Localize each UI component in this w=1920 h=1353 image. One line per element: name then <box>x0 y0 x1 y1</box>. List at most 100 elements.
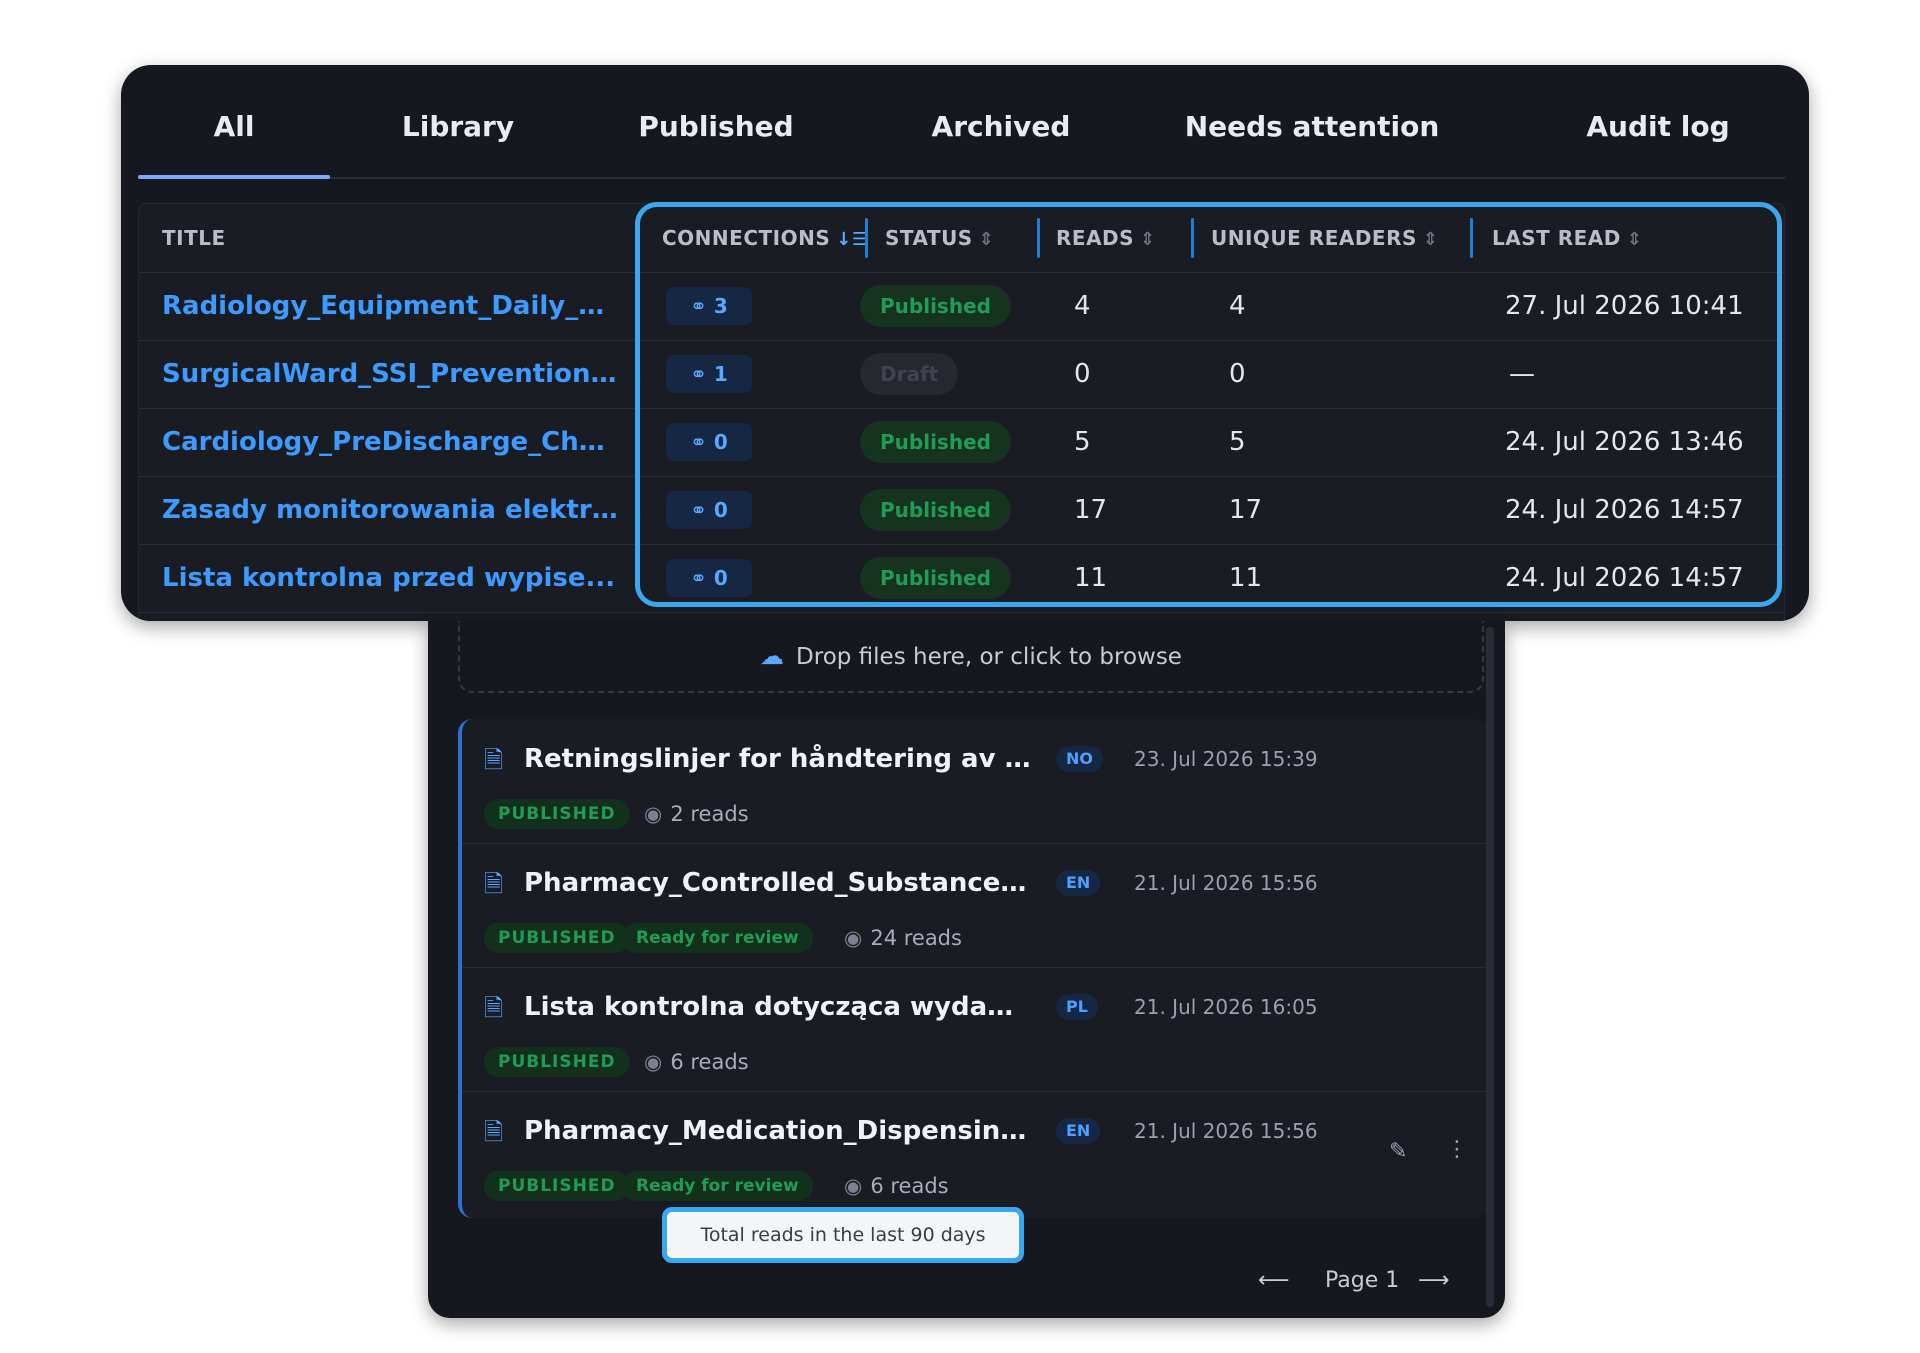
connections-badge[interactable]: ⚭ 1 <box>666 355 752 393</box>
next-page-arrow-icon[interactable]: ⟶ <box>1418 1261 1450 1301</box>
connections-count: 0 <box>713 498 728 522</box>
reads-count: 4 <box>1074 291 1091 321</box>
tab-needs-attention[interactable]: Needs attention <box>1172 65 1452 177</box>
previous-page-arrow-icon[interactable]: ⟵ <box>1258 1261 1290 1301</box>
list-item[interactable]: 🗎 Pharmacy_Controlled_Substances_P... EN… <box>462 843 1488 968</box>
list-item[interactable]: 🗎 Lista kontrolna dotycząca wydawani... … <box>462 967 1488 1092</box>
file-dropzone[interactable]: ☁ Drop files here, or click to browse <box>458 621 1484 693</box>
column-divider <box>1470 218 1473 258</box>
reads-indicator: ◉ 6 reads <box>844 1169 949 1203</box>
column-divider <box>865 218 868 258</box>
sort-unsorted-icon[interactable]: ⇕ <box>1627 229 1643 250</box>
connections-badge[interactable]: ⚭ 0 <box>666 491 752 529</box>
sort-descending-icon[interactable]: ↓☰ <box>836 229 868 250</box>
column-header-status-label: STATUS <box>885 226 973 250</box>
language-badge: PL <box>1056 994 1098 1020</box>
column-divider <box>1037 218 1040 258</box>
table-row[interactable]: Radiology_Equipment_Daily_S... ⚭ 3 Publi… <box>139 272 1784 341</box>
documents-table-panel: All Library Published Archived Needs att… <box>121 65 1809 621</box>
unique-readers-count: 0 <box>1229 359 1246 389</box>
document-name[interactable]: Pharmacy_Medication_Dispensing_C... <box>524 1109 1034 1153</box>
document-icon: 🗎 <box>484 746 504 774</box>
connections-count: 1 <box>713 362 728 386</box>
tab-audit-log[interactable]: Audit log <box>1558 65 1758 177</box>
list-item[interactable]: 🗎 Retningslinjer for håndtering av rese.… <box>462 719 1488 844</box>
connections-count: 0 <box>713 430 728 454</box>
published-tag: PUBLISHED <box>484 1171 630 1201</box>
document-icon: 🗎 <box>484 994 504 1022</box>
table-row[interactable]: SurgicalWard_SSI_Prevention_... ⚭ 1 Draf… <box>139 340 1784 409</box>
tab-published[interactable]: Published <box>601 65 831 177</box>
column-divider <box>1191 218 1194 258</box>
link-icon: ⚭ <box>690 498 714 522</box>
tab-archived[interactable]: Archived <box>886 65 1116 177</box>
link-icon: ⚭ <box>690 294 714 318</box>
document-title-link[interactable]: SurgicalWard_SSI_Prevention_... <box>162 340 622 408</box>
unique-readers-count: 5 <box>1229 427 1246 457</box>
more-options-icon[interactable]: ⋮ <box>1446 1137 1468 1162</box>
document-name[interactable]: Pharmacy_Controlled_Substances_P... <box>524 861 1034 905</box>
dropzone-label: Drop files here, or click to browse <box>796 644 1182 670</box>
column-header-reads[interactable]: READS ⇕ <box>1056 204 1156 272</box>
document-title-link[interactable]: Cardiology_PreDischarge_Chec... <box>162 408 622 476</box>
status-badge: Draft <box>860 353 959 395</box>
column-header-connections[interactable]: CONNECTIONS ↓☰ <box>662 204 868 272</box>
language-badge: EN <box>1056 1118 1101 1144</box>
reads-count: 5 <box>1074 427 1091 457</box>
document-title-link[interactable]: Radiology_Equipment_Daily_S... <box>162 272 622 340</box>
column-header-last-read[interactable]: LAST READ ⇕ <box>1492 204 1642 272</box>
eye-icon: ◉ <box>844 1174 863 1198</box>
column-header-title: TITLE <box>162 204 226 272</box>
document-date: 23. Jul 2026 15:39 <box>1134 747 1318 771</box>
sort-unsorted-icon[interactable]: ⇕ <box>1423 229 1439 250</box>
connections-badge[interactable]: ⚭ 0 <box>666 559 752 597</box>
table-header: TITLE CONNECTIONS ↓☰ STATUS ⇕ READS ⇕ UNIQU… <box>139 204 1784 273</box>
document-name[interactable]: Lista kontrolna dotycząca wydawani... <box>524 985 1034 1029</box>
status-badge: Published <box>860 285 1011 327</box>
eye-icon: ◉ <box>844 926 863 950</box>
document-date: 21. Jul 2026 15:56 <box>1134 1119 1318 1143</box>
unique-readers-count: 11 <box>1229 563 1263 593</box>
column-header-unique-readers[interactable]: UNIQUE READERS ⇕ <box>1211 204 1439 272</box>
last-read-date: 24. Jul 2026 14:57 <box>1505 495 1744 525</box>
document-title-link[interactable]: Zasady monitorowania elektro... <box>162 476 622 544</box>
document-name[interactable]: Retningslinjer for håndtering av rese... <box>524 737 1034 781</box>
page-indicator: Page 1 <box>1325 1268 1400 1293</box>
link-icon: ⚭ <box>690 362 714 386</box>
tab-library[interactable]: Library <box>328 65 588 177</box>
table-row[interactable]: Lista kontrolna przed wypise... ⚭ 0 Publ… <box>139 544 1784 613</box>
edit-icon[interactable]: ✎ <box>1389 1139 1407 1164</box>
reads-indicator: ◉ 2 reads <box>644 797 749 831</box>
column-header-connections-label: CONNECTIONS <box>662 226 831 250</box>
status-badge: Published <box>860 421 1011 463</box>
last-read-date: 27. Jul 2026 10:41 <box>1505 291 1744 321</box>
link-icon: ⚭ <box>690 430 714 454</box>
reads-text: 2 reads <box>670 802 749 826</box>
published-tag: PUBLISHED <box>484 923 630 953</box>
table-row[interactable]: Zasady monitorowania elektro... ⚭ 0 Publ… <box>139 476 1784 545</box>
scrollbar[interactable] <box>1486 627 1494 1307</box>
document-title-link[interactable]: Lista kontrolna przed wypise... <box>162 544 622 612</box>
documents-list-panel: ☁ Drop files here, or click to browse 🗎 R… <box>428 621 1505 1318</box>
published-tag: PUBLISHED <box>484 799 630 829</box>
connections-badge[interactable]: ⚭ 3 <box>666 287 752 325</box>
reads-text: 6 reads <box>870 1174 949 1198</box>
tab-all[interactable]: All <box>138 65 330 179</box>
sort-unsorted-icon[interactable]: ⇕ <box>979 229 995 250</box>
reads-count: 17 <box>1074 495 1108 525</box>
column-header-status[interactable]: STATUS ⇕ <box>885 204 994 272</box>
last-read-date: 24. Jul 2026 13:46 <box>1505 427 1744 457</box>
reads-tooltip: Total reads in the last 90 days <box>662 1207 1024 1263</box>
document-icon: 🗎 <box>484 1118 504 1146</box>
status-badge: Published <box>860 489 1011 531</box>
documents-table: TITLE CONNECTIONS ↓☰ STATUS ⇕ READS ⇕ UNIQU… <box>138 203 1785 621</box>
table-row[interactable]: Cardiology_PreDischarge_Chec... ⚭ 0 Publ… <box>139 408 1784 477</box>
list-item[interactable]: 🗎 Pharmacy_Medication_Dispensing_C... EN… <box>462 1091 1488 1215</box>
ready-for-review-tag: Ready for review <box>622 1171 813 1201</box>
unique-readers-count: 4 <box>1229 291 1246 321</box>
connections-count: 3 <box>713 294 728 318</box>
sort-unsorted-icon[interactable]: ⇕ <box>1140 229 1156 250</box>
last-read-date: — <box>1509 359 1535 389</box>
connections-badge[interactable]: ⚭ 0 <box>666 423 752 461</box>
last-read-date: 24. Jul 2026 14:57 <box>1505 563 1744 593</box>
